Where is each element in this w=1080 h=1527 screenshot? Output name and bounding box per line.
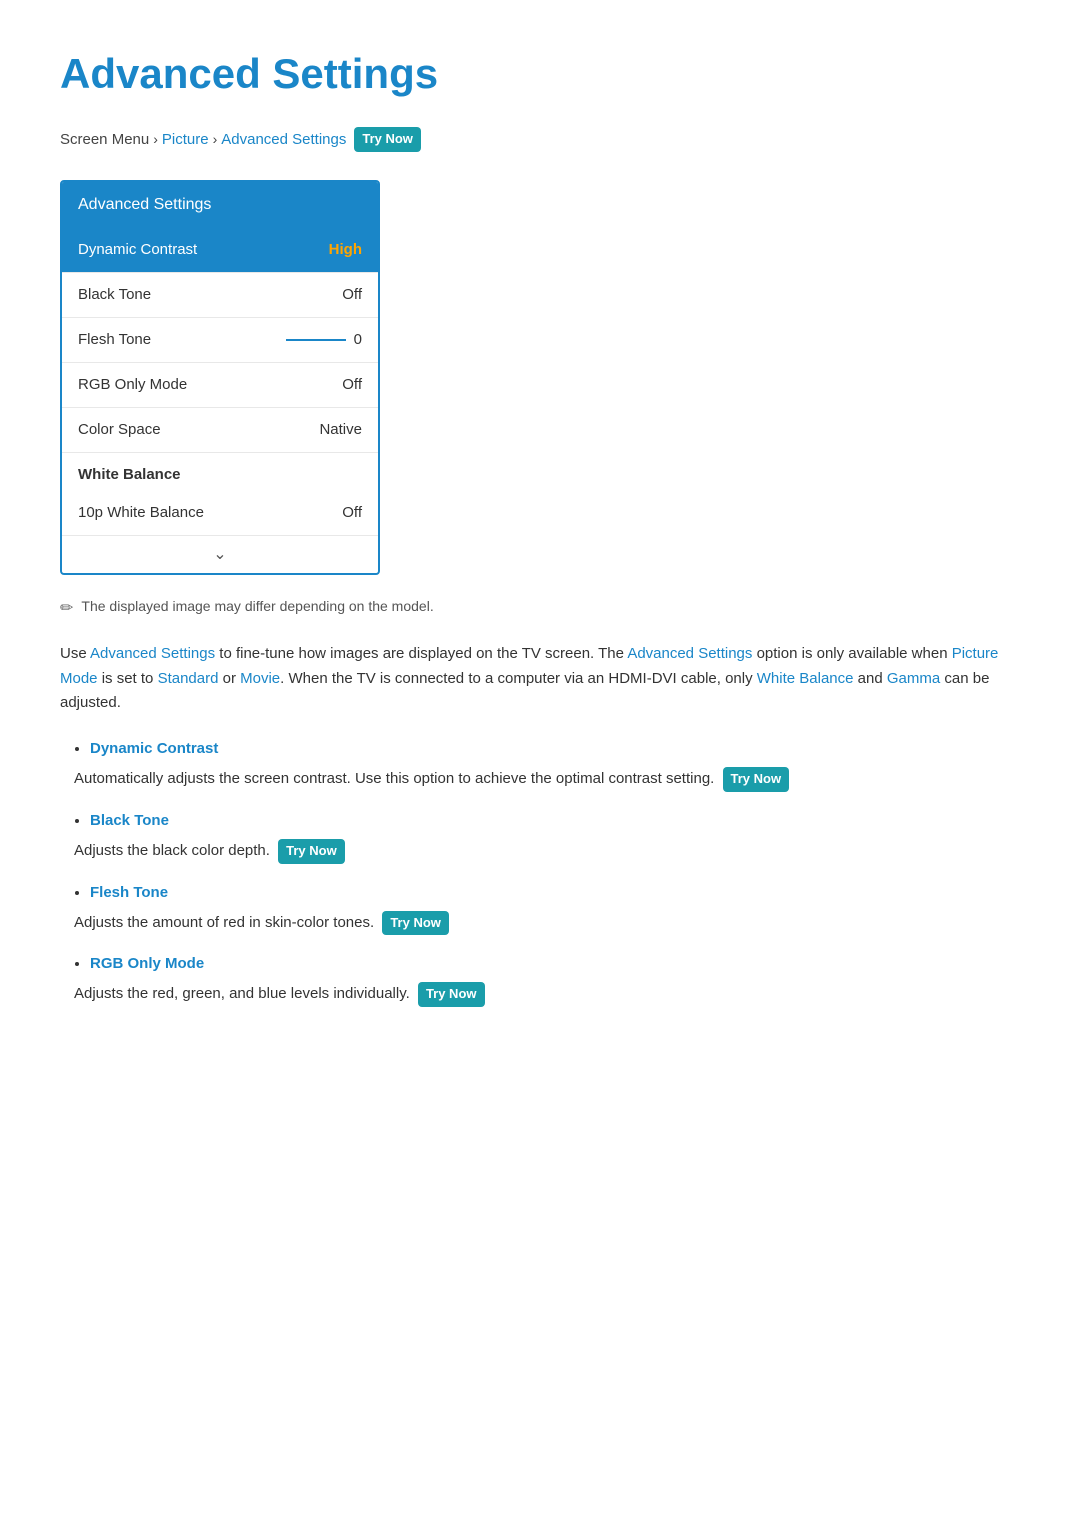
body-link-gamma[interactable]: Gamma (887, 670, 940, 687)
dynamic-contrast-value: High (329, 238, 362, 262)
list-item-rgb-only-mode-title[interactable]: RGB Only Mode (90, 952, 1020, 976)
body-link-advanced-settings-1[interactable]: Advanced Settings (90, 645, 215, 662)
breadcrumb-sep-2: › (213, 128, 218, 150)
list-item-black-tone: Black Tone Adjusts the black color depth… (90, 808, 1020, 864)
list-item-dynamic-contrast-desc: Automatically adjusts the screen contras… (74, 767, 1020, 792)
rgb-only-mode-try-now[interactable]: Try Now (418, 982, 485, 1007)
settings-row-rgb-only-mode[interactable]: RGB Only Mode Off (62, 363, 378, 408)
settings-row-dynamic-contrast[interactable]: Dynamic Contrast High (62, 228, 378, 273)
settings-panel-header: Advanced Settings (62, 182, 378, 228)
pencil-icon: ✏ (60, 596, 73, 622)
note-text: The displayed image may differ depending… (81, 595, 433, 617)
color-space-value: Native (319, 418, 362, 442)
list-item-flesh-tone-title[interactable]: Flesh Tone (90, 881, 1020, 905)
breadcrumb-advanced-settings[interactable]: Advanced Settings (221, 128, 346, 152)
settings-scroll-down[interactable]: ⌄ (62, 536, 378, 574)
breadcrumb-sep-1: › (153, 128, 158, 150)
black-tone-value: Off (342, 283, 362, 307)
black-tone-try-now[interactable]: Try Now (278, 839, 345, 864)
body-link-movie[interactable]: Movie (240, 670, 280, 687)
settings-row-black-tone[interactable]: Black Tone Off (62, 273, 378, 318)
body-link-advanced-settings-2[interactable]: Advanced Settings (627, 645, 752, 662)
settings-row-10p-white-balance[interactable]: 10p White Balance Off (62, 491, 378, 536)
black-tone-label: Black Tone (78, 283, 151, 307)
color-space-label: Color Space (78, 418, 161, 442)
rgb-only-mode-value: Off (342, 373, 362, 397)
breadcrumb: Screen Menu › Picture › Advanced Setting… (60, 127, 1020, 152)
list-item-dynamic-contrast-title[interactable]: Dynamic Contrast (90, 737, 1020, 761)
page-title: Advanced Settings (60, 40, 1020, 107)
list-item-rgb-only-mode-desc: Adjusts the red, green, and blue levels … (74, 982, 1020, 1007)
list-item-black-tone-desc: Adjusts the black color depth. Try Now (74, 839, 1020, 864)
flesh-tone-try-now[interactable]: Try Now (382, 911, 449, 936)
flesh-tone-value: 0 (354, 328, 362, 352)
dynamic-contrast-label: Dynamic Contrast (78, 238, 197, 262)
settings-row-flesh-tone[interactable]: Flesh Tone 0 (62, 318, 378, 363)
list-item-dynamic-contrast: Dynamic Contrast Automatically adjusts t… (90, 736, 1020, 792)
flesh-tone-control: 0 (286, 328, 362, 352)
breadcrumb-picture[interactable]: Picture (162, 128, 209, 152)
note-row: ✏ The displayed image may differ dependi… (60, 595, 1020, 622)
breadcrumb-screen-menu: Screen Menu (60, 128, 149, 152)
settings-panel: Advanced Settings Dynamic Contrast High … (60, 180, 380, 575)
list-item-black-tone-title[interactable]: Black Tone (90, 809, 1020, 833)
list-item-flesh-tone: Flesh Tone Adjusts the amount of red in … (90, 880, 1020, 936)
list-item-flesh-tone-desc: Adjusts the amount of red in skin-color … (74, 911, 1020, 936)
dynamic-contrast-try-now[interactable]: Try Now (723, 767, 790, 792)
breadcrumb-try-now-badge[interactable]: Try Now (354, 127, 421, 152)
white-balance-label: White Balance (78, 463, 181, 487)
body-link-white-balance[interactable]: White Balance (757, 670, 854, 687)
flesh-tone-line (286, 339, 346, 341)
10p-white-balance-label: 10p White Balance (78, 501, 204, 525)
10p-white-balance-value: Off (342, 501, 362, 525)
flesh-tone-label: Flesh Tone (78, 328, 151, 352)
list-item-rgb-only-mode: RGB Only Mode Adjusts the red, green, an… (90, 951, 1020, 1007)
settings-row-white-balance[interactable]: White Balance (62, 453, 378, 491)
settings-row-color-space[interactable]: Color Space Native (62, 408, 378, 453)
body-intro: Use Advanced Settings to fine-tune how i… (60, 642, 1020, 716)
feature-list: Dynamic Contrast Automatically adjusts t… (60, 736, 1020, 1007)
chevron-down-icon: ⌄ (213, 546, 226, 563)
body-link-standard[interactable]: Standard (158, 670, 219, 687)
rgb-only-mode-label: RGB Only Mode (78, 373, 187, 397)
